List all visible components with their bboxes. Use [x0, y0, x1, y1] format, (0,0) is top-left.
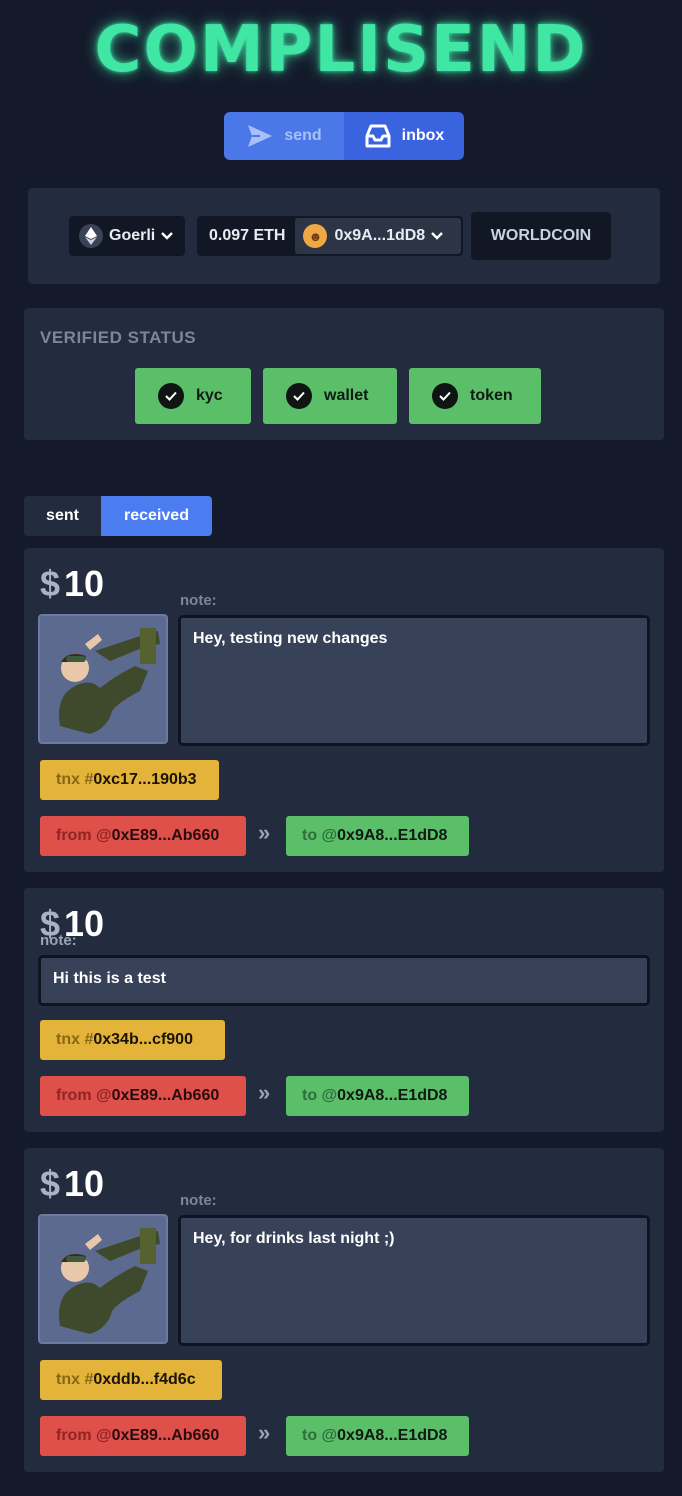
note-label: note:	[180, 1192, 217, 1209]
inbox-mode-label: inbox	[401, 127, 445, 144]
network-selector[interactable]: Goerli	[69, 216, 185, 256]
to-address: 0x9A8...E1dD8	[337, 1087, 448, 1104]
double-chevron-right-icon: »	[258, 1080, 271, 1105]
from-address: 0xE89...Ab660	[111, 1087, 220, 1104]
from-prefix: from @	[56, 827, 112, 844]
amount: $10	[40, 564, 104, 604]
double-chevron-right-icon: »	[258, 1420, 271, 1445]
to-address-tag[interactable]: to @0x9A8...E1dD8	[286, 816, 469, 856]
note-box: Hey, for drinks last night ;)	[178, 1215, 650, 1346]
send-mode-label: send	[284, 127, 322, 144]
tnx-hash-tag[interactable]: tnx #0x34b...cf900	[40, 1020, 225, 1060]
to-prefix: to @	[302, 1087, 338, 1104]
tnx-hash: 0x34b...cf900	[93, 1031, 193, 1048]
to-address-tag[interactable]: to @0x9A8...E1dD8	[286, 1076, 469, 1116]
to-address: 0x9A8...E1dD8	[337, 1427, 448, 1444]
check-icon	[286, 383, 312, 409]
tnx-prefix: tnx #	[56, 1031, 94, 1048]
amount: $10	[40, 1164, 104, 1204]
from-prefix: from @	[56, 1427, 112, 1444]
to-prefix: to @	[302, 827, 338, 844]
worldcoin-button[interactable]: WORLDCOIN	[471, 212, 611, 260]
currency-symbol: $	[40, 1163, 61, 1204]
chevron-down-icon	[161, 227, 174, 245]
account-avatar-icon: ☻	[303, 224, 328, 248]
tab-received[interactable]: received	[101, 496, 212, 536]
note-label: note:	[180, 592, 217, 609]
from-prefix: from @	[56, 1087, 112, 1104]
balance-label: 0.097 ETH	[209, 227, 286, 244]
note-label: note:	[40, 932, 77, 949]
from-address: 0xE89...Ab660	[111, 1427, 220, 1444]
tab-sent[interactable]: sent	[24, 496, 101, 536]
to-address: 0x9A8...E1dD8	[337, 827, 448, 844]
attached-image	[38, 1214, 168, 1344]
tnx-hash: 0xc17...190b3	[93, 771, 197, 788]
mode-switch: send inbox	[224, 112, 464, 160]
kyc-badge: kyc	[135, 368, 251, 424]
badge-label: wallet	[324, 387, 369, 404]
tnx-hash-tag[interactable]: tnx #0xc17...190b3	[40, 760, 219, 800]
token-badge: token	[409, 368, 541, 424]
inbox-mode-button[interactable]: inbox	[344, 112, 464, 160]
amount-value: 10	[64, 1163, 105, 1204]
chevron-down-icon	[431, 227, 444, 245]
from-address-tag[interactable]: from @0xE89...Ab660	[40, 1416, 246, 1456]
to-prefix: to @	[302, 1427, 338, 1444]
send-mode-button[interactable]: send	[224, 112, 344, 160]
app-logo: COMPLISEND	[94, 13, 588, 87]
badge-label: token	[470, 387, 513, 404]
note-box: Hi this is a test	[38, 955, 650, 1006]
ethereum-icon	[79, 224, 103, 248]
tnx-hash: 0xddb...f4d6c	[93, 1371, 196, 1388]
attached-image	[38, 614, 168, 744]
tnx-hash-tag[interactable]: tnx #0xddb...f4d6c	[40, 1360, 222, 1400]
currency-symbol: $	[40, 563, 61, 604]
check-icon	[158, 383, 184, 409]
from-address-tag[interactable]: from @0xE89...Ab660	[40, 816, 246, 856]
address-chip[interactable]: ☻ 0x9A...1dD8	[295, 218, 461, 254]
check-icon	[432, 383, 458, 409]
wallet-badge: wallet	[263, 368, 397, 424]
badge-label: kyc	[196, 387, 223, 404]
account-selector[interactable]: 0.097 ETH ☻ 0x9A...1dD8	[197, 216, 463, 256]
from-address: 0xE89...Ab660	[111, 827, 220, 844]
amount-value: 10	[64, 563, 105, 604]
direction-tabs: sent received	[24, 496, 212, 536]
tnx-prefix: tnx #	[56, 1371, 94, 1388]
inbox-icon	[365, 124, 391, 148]
network-label: Goerli	[109, 227, 156, 244]
note-box: Hey, testing new changes	[178, 615, 650, 746]
send-icon	[248, 125, 273, 147]
to-address-tag[interactable]: to @0x9A8...E1dD8	[286, 1416, 469, 1456]
double-chevron-right-icon: »	[258, 820, 271, 845]
from-address-tag[interactable]: from @0xE89...Ab660	[40, 1076, 246, 1116]
address-label: 0x9A...1dD8	[334, 227, 426, 244]
tnx-prefix: tnx #	[56, 771, 94, 788]
verified-status-title: VERIFIED STATUS	[40, 328, 197, 347]
